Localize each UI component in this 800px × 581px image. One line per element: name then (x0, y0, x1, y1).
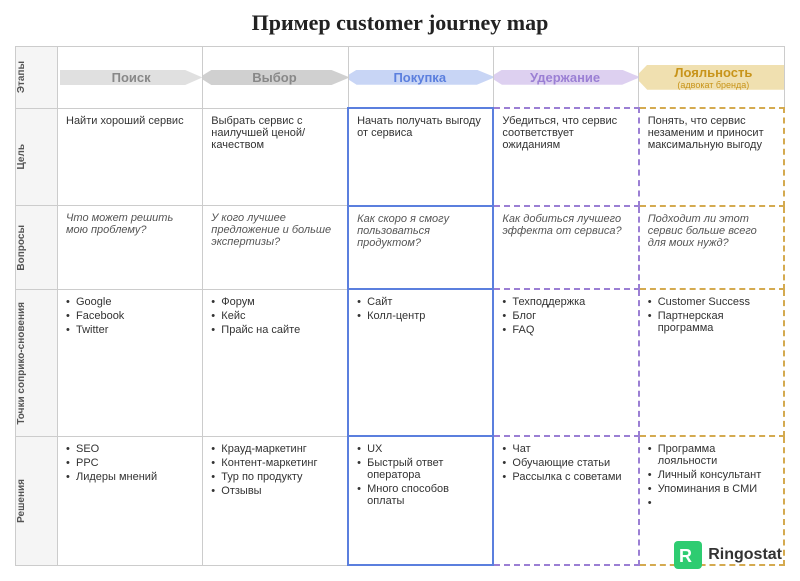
arrow-uderzhanie: Удержание (493, 70, 638, 85)
goal-row: Цель Найти хороший сервис Выбрать сервис… (16, 108, 785, 206)
solutions-vybor: Крауд-маркетинг Контент-маркетинг Тур по… (203, 436, 348, 565)
questions-vybor: У кого лучшее предложение и больше экспе… (203, 206, 348, 289)
goal-vybor: Выбрать сервис с наилучшей ценой/качеств… (203, 108, 348, 206)
touchpoints-pokupka-list: Сайт Колл-центр (357, 296, 484, 322)
solutions-search-list: SEO PPC Лидеры мнений (66, 443, 194, 483)
questions-search: Что может решить мою проблему? (58, 206, 203, 289)
ringostat-logo-icon: R (674, 541, 702, 569)
questions-row: Вопросы Что может решить мою проблему? У… (16, 206, 785, 289)
arrow-search: Поиск (60, 70, 202, 85)
solutions-vybor-list: Крауд-маркетинг Контент-маркетинг Тур по… (211, 443, 339, 497)
touchpoints-loyalnost: Customer Success Партнерская программа (639, 289, 784, 436)
svg-text:R: R (679, 546, 692, 566)
goal-search: Найти хороший сервис (58, 108, 203, 206)
journey-map-table: Этапы Поиск Выбор Покупка Удержание (15, 46, 785, 566)
arrow-pokupka: Покупка (348, 70, 493, 85)
questions-label-cell: Вопросы (16, 206, 58, 289)
solutions-uderzhanie: Чат Обучающие статьи Рассылка с советами (493, 436, 638, 565)
solutions-pokupka-list: UX Быстрый ответ оператора Много способо… (357, 443, 484, 507)
stages-label-cell: Этапы (16, 47, 58, 109)
touchpoints-search: Google Facebook Twitter (58, 289, 203, 436)
touchpoints-search-list: Google Facebook Twitter (66, 296, 194, 336)
questions-pokupka: Как скоро я смогу пользоваться продуктом… (348, 206, 493, 289)
stage-pokupka-cell: Покупка (348, 47, 493, 109)
touchpoints-row-label: Точки соприко-сновения (16, 302, 28, 425)
arrow-loyalnost: Лояльность (адвокат бренда) (639, 65, 784, 90)
arrow-vybor: Выбор (203, 70, 348, 85)
solutions-label-cell: Решения (16, 436, 58, 565)
questions-loyalnost: Подходит ли этот сервис больше всего для… (639, 206, 784, 289)
touchpoints-vybor: Форум Кейс Прайс на сайте (203, 289, 348, 436)
solutions-uderzhanie-list: Чат Обучающие статьи Рассылка с советами (502, 443, 629, 483)
stage-search-cell: Поиск (58, 47, 203, 109)
touchpoints-uderzhanie-list: Техподдержка Блог FAQ (502, 296, 629, 336)
touchpoints-vybor-list: Форум Кейс Прайс на сайте (211, 296, 339, 336)
stages-row: Этапы Поиск Выбор Покупка Удержание (16, 47, 785, 109)
solutions-search: SEO PPC Лидеры мнений (58, 436, 203, 565)
page: Пример customer journey map Этапы Поиск (0, 0, 800, 581)
ringostat-logo-text: Ringostat (708, 546, 782, 564)
main-table: Этапы Поиск Выбор Покупка Удержание (15, 46, 785, 566)
stage-uderzhanie-cell: Удержание (493, 47, 638, 109)
touchpoints-label-cell: Точки соприко-сновения (16, 289, 58, 436)
solutions-row: Решения SEO PPC Лидеры мнений Крауд-марк… (16, 436, 785, 565)
touchpoints-uderzhanie: Техподдержка Блог FAQ (493, 289, 638, 436)
questions-uderzhanie: Как добиться лучшего эффекта от сервиса? (493, 206, 638, 289)
goal-uderzhanie: Убедиться, что сервис соответствует ожид… (493, 108, 638, 206)
solutions-pokupka: UX Быстрый ответ оператора Много способо… (348, 436, 493, 565)
touchpoints-loyalnost-list: Customer Success Партнерская программа (648, 296, 775, 334)
touchpoints-pokupka: Сайт Колл-центр (348, 289, 493, 436)
stage-vybor-cell: Выбор (203, 47, 348, 109)
goal-label-cell: Цель (16, 108, 58, 206)
goal-loyalnost: Понять, что сервис незаменим и приносит … (639, 108, 784, 206)
solutions-row-label: Решения (16, 479, 27, 523)
page-title: Пример customer journey map (15, 10, 785, 36)
ringostat-logo: R Ringostat (674, 541, 782, 569)
solutions-loyalnost-list: Программа лояльности Личный консультант … (648, 443, 775, 495)
stage-loyalnost-cell: Лояльность (адвокат бренда) (639, 47, 784, 109)
goal-row-label: Цель (16, 144, 27, 170)
touchpoints-row: Точки соприко-сновения Google Facebook T… (16, 289, 785, 436)
goal-pokupka: Начать получать выгоду от сервиса (348, 108, 493, 206)
stages-row-label: Этапы (16, 61, 27, 93)
questions-row-label: Вопросы (16, 225, 27, 271)
